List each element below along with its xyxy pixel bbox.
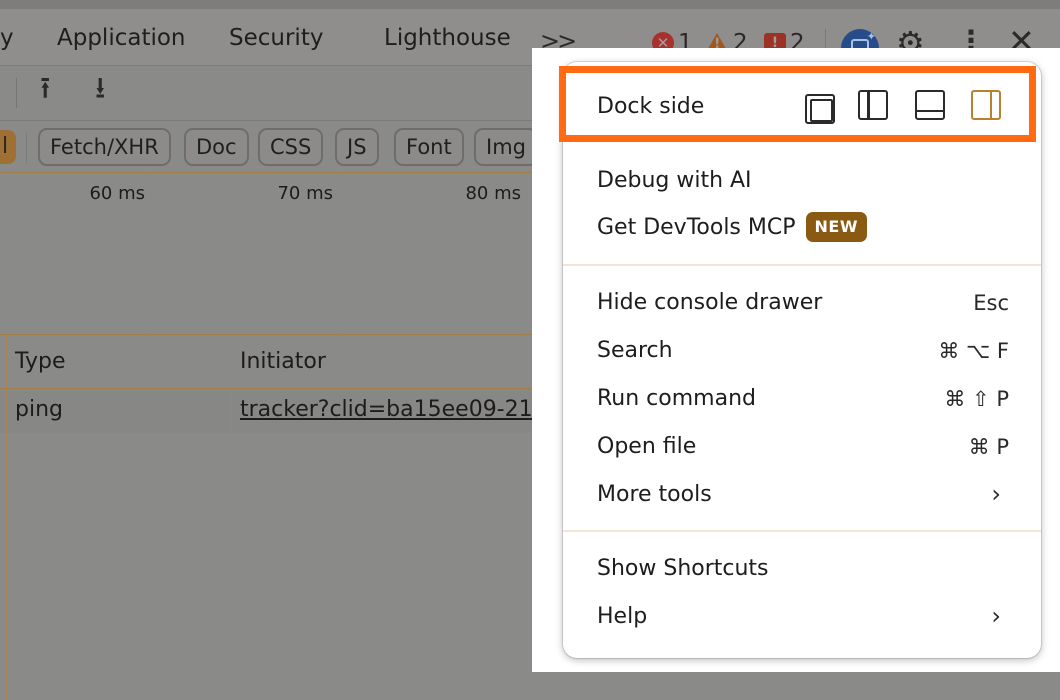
menu-item-label: Get DevTools MCP: [597, 215, 796, 240]
filter-chip-all[interactable]: l: [0, 130, 16, 164]
dock-left-icon[interactable]: [858, 90, 888, 120]
column-divider: [6, 335, 7, 700]
timeline-label-60ms: 60 ms: [89, 183, 145, 204]
chevron-right-icon: ›: [991, 602, 1001, 630]
dock-bottom-icon[interactable]: [915, 90, 945, 120]
filter-chip-img[interactable]: Img: [474, 128, 538, 166]
timeline-label-70ms: 70 ms: [277, 183, 333, 204]
menu-separator: [563, 264, 1041, 266]
tab-partial[interactable]: y: [0, 25, 14, 51]
menu-item-run-command[interactable]: Run command: [597, 386, 756, 411]
menu-item-hide-console-drawer[interactable]: Hide console drawer: [597, 290, 822, 315]
column-header-type[interactable]: Type: [15, 349, 66, 374]
shortcut-run-command: ⌘ ⇧ P: [944, 387, 1009, 411]
menu-item-debug-with-ai[interactable]: Debug with AI: [597, 168, 752, 193]
menu-item-help[interactable]: Help: [597, 604, 647, 629]
filter-chip-js[interactable]: JS: [335, 128, 379, 166]
new-badge: NEW: [805, 212, 867, 242]
download-icon[interactable]: ⭳: [95, 74, 106, 104]
cell-type: ping: [15, 397, 63, 422]
filter-chip-font[interactable]: Font: [394, 128, 464, 166]
menu-item-open-file[interactable]: Open file: [597, 434, 696, 459]
menu-separator: [563, 530, 1041, 532]
dock-side-label: Dock side: [597, 94, 705, 119]
shortcut-hide-console: Esc: [973, 291, 1009, 315]
filter-chip-fetch-xhr[interactable]: Fetch/XHR: [38, 128, 171, 166]
grid-line: [151, 173, 152, 335]
tab-lighthouse[interactable]: Lighthouse: [384, 25, 511, 51]
menu-item-show-shortcuts[interactable]: Show Shortcuts: [597, 556, 769, 581]
undock-icon[interactable]: [805, 94, 835, 124]
chevron-right-icon: ›: [991, 480, 1001, 508]
filter-chip-doc[interactable]: Doc: [184, 128, 249, 166]
grid-line: [527, 173, 528, 335]
cell-initiator-link[interactable]: tracker?clid=ba15ee09-2151: [240, 397, 561, 422]
timeline-label-80ms: 80 ms: [465, 183, 521, 204]
menu-item-get-devtools-mcp[interactable]: Get DevTools MCP NEW: [597, 212, 867, 242]
grid-line: [339, 173, 340, 335]
menu-item-more-tools[interactable]: More tools: [597, 482, 712, 507]
tab-application[interactable]: Application: [57, 25, 186, 51]
divider: [16, 78, 17, 108]
menu-item-search[interactable]: Search: [597, 338, 673, 363]
tab-security[interactable]: Security: [229, 25, 323, 51]
filter-chip-css[interactable]: CSS: [258, 128, 324, 166]
column-divider: [231, 335, 232, 700]
divider: [26, 133, 27, 163]
shortcut-open-file: ⌘ P: [968, 435, 1009, 459]
dock-right-icon[interactable]: [971, 90, 1001, 120]
customize-devtools-menu: Dock side Debug with AI Get DevTools MCP…: [559, 62, 1041, 658]
column-header-initiator[interactable]: Initiator: [240, 349, 326, 374]
upload-icon[interactable]: ⭱: [40, 74, 51, 104]
shortcut-search: ⌘ ⌥ F: [938, 339, 1009, 363]
